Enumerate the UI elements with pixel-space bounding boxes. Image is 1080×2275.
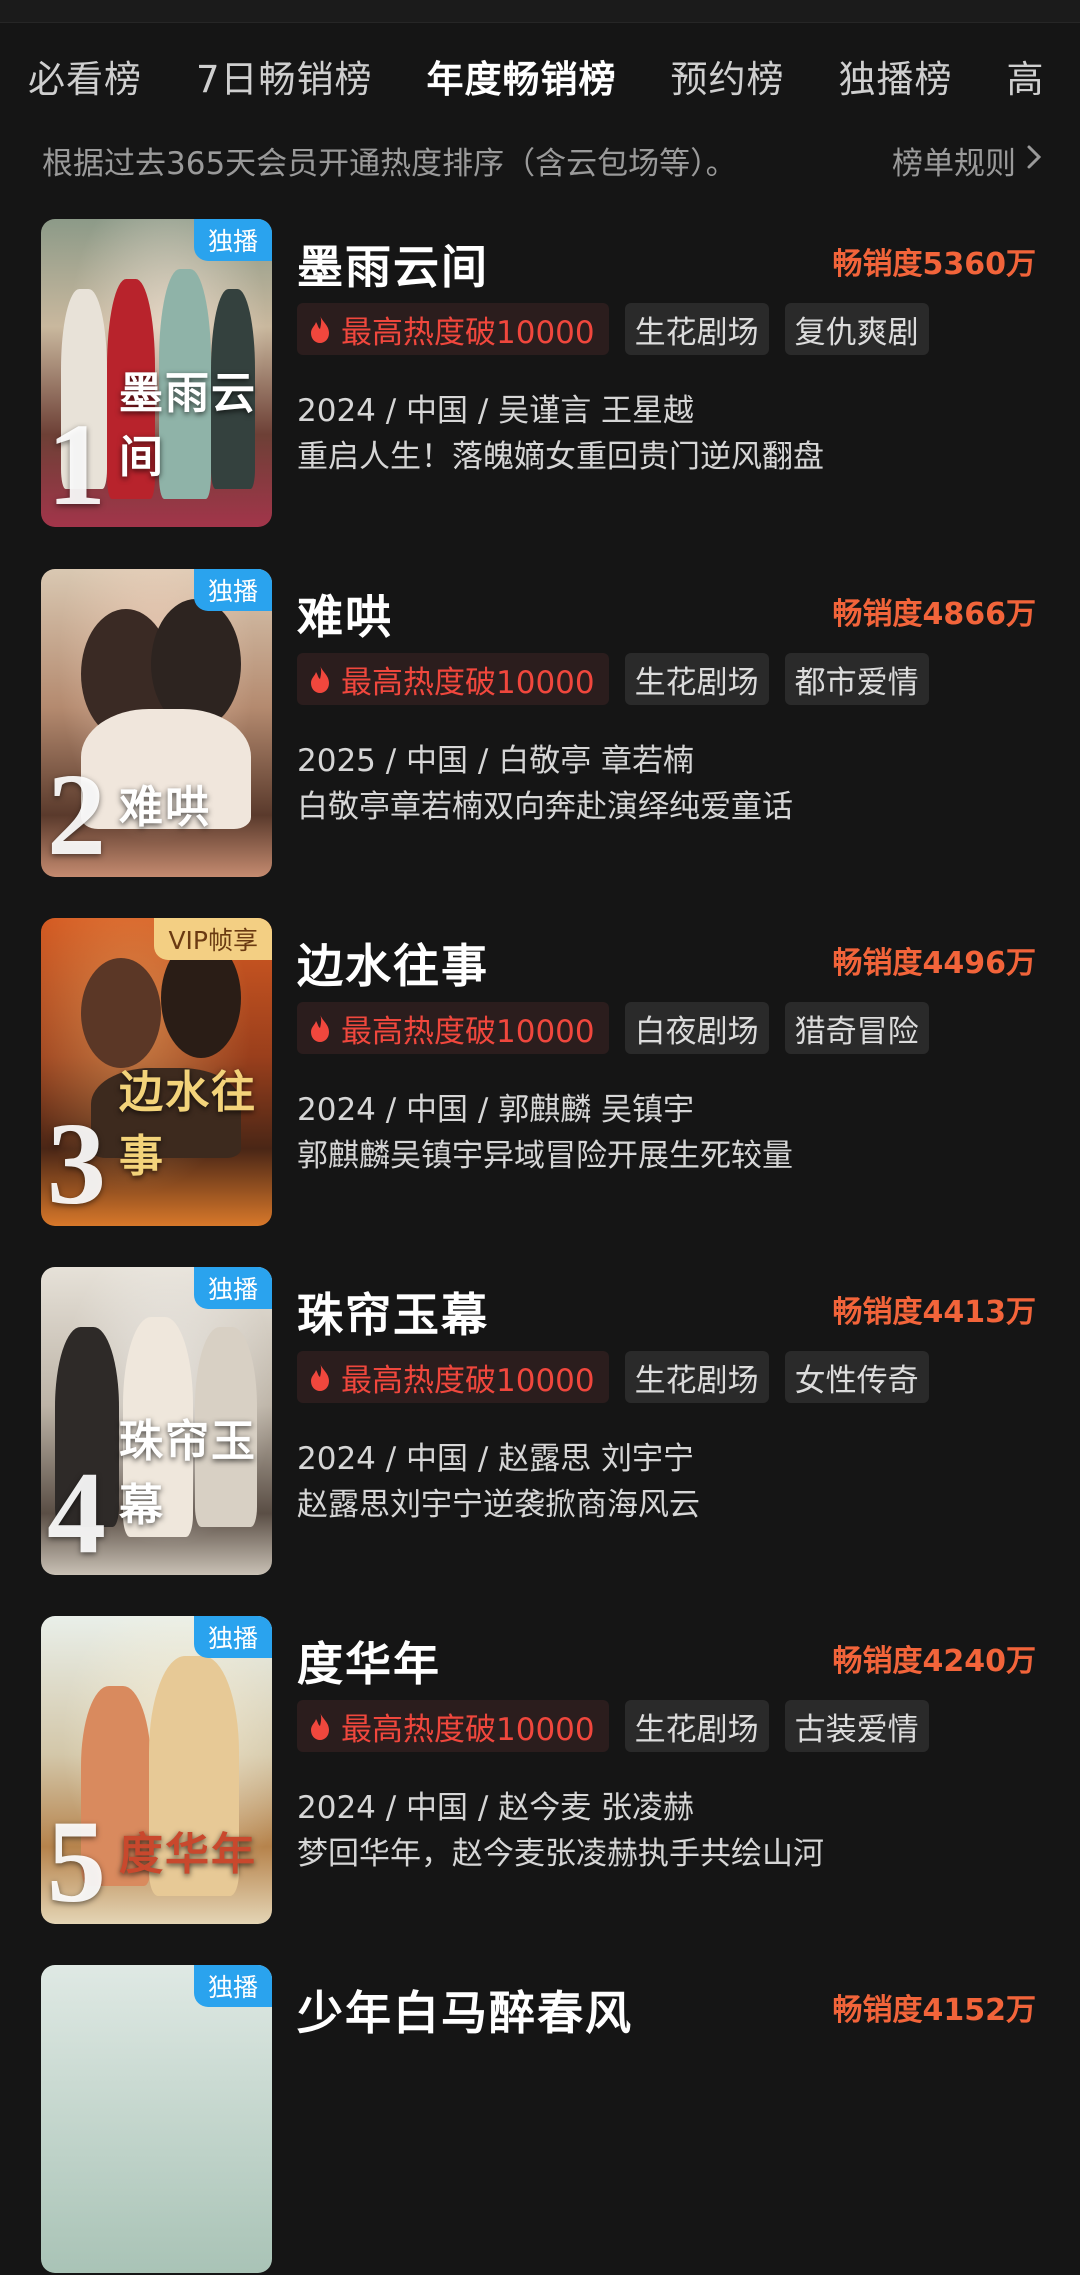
poster-logo: 墨雨云间	[119, 368, 257, 483]
status-bar-strip	[0, 0, 1080, 23]
tab-annual-bestseller[interactable]: 年度畅销榜	[427, 40, 617, 120]
poster[interactable]: 独播	[41, 1965, 272, 2273]
chevron-right-icon	[1026, 143, 1042, 178]
genre-tag[interactable]: 复仇爽剧	[784, 303, 929, 355]
sales-index: 畅销度4496万	[832, 946, 1037, 981]
chart-description-row: 根据过去365天会员开通热度排序（含云包场等）。 榜单规则	[42, 132, 1042, 188]
drama-title[interactable]: 珠帘玉幕	[297, 1279, 489, 1345]
poster-logo: 珠帘玉幕	[119, 1416, 257, 1531]
list-item[interactable]: VIP帧享 边水往事 3 边水往事 畅销度4496万 最高热度破10000 白夜…	[0, 918, 1080, 1228]
exclusive-badge: 独播	[193, 1616, 272, 1658]
hot-tag: 最高热度破10000	[297, 1700, 609, 1752]
hot-tag: 最高热度破10000	[297, 303, 609, 355]
flame-icon	[311, 1014, 329, 1042]
tab-must-watch[interactable]: 必看榜	[28, 40, 142, 120]
list-item[interactable]: 独播 少年白马醉春风 畅销度4152万	[0, 1965, 1080, 2275]
genre-tag[interactable]: 古装爱情	[784, 1700, 929, 1752]
genre-tag[interactable]: 生花剧场	[624, 1700, 769, 1752]
drama-title[interactable]: 墨雨云间	[297, 231, 489, 297]
drama-description: 白敬亭章若楠双向奔赴演绎纯爱童话	[297, 789, 793, 825]
tag-row: 最高热度破10000 白夜剧场 猎奇冒险	[297, 1002, 929, 1054]
hot-tag-label: 最高热度破10000	[341, 1362, 595, 1399]
exclusive-badge: 独播	[193, 1965, 272, 2007]
tab-more[interactable]: 高	[1007, 40, 1045, 120]
flame-icon	[311, 315, 329, 343]
poster[interactable]: 独播 墨雨云间 1	[41, 219, 272, 527]
drama-description: 梦回华年，赵今麦张凌赫执手共绘山河	[297, 1836, 824, 1872]
tab-exclusive[interactable]: 独播榜	[839, 40, 953, 120]
hot-tag-label: 最高热度破10000	[341, 314, 595, 351]
poster-logo: 边水往事	[119, 1067, 257, 1182]
poster-logo: 度华年	[119, 1829, 257, 1880]
tag-row: 最高热度破10000 生花剧场 古装爱情	[297, 1700, 929, 1752]
hot-tag: 最高热度破10000	[297, 653, 609, 705]
rank-number: 5	[47, 1796, 106, 1924]
drama-title[interactable]: 少年白马醉春风	[297, 1977, 633, 2043]
hot-tag: 最高热度破10000	[297, 1002, 609, 1054]
drama-meta: 2025 / 中国 / 白敬亭 章若楠	[297, 743, 695, 779]
hot-tag: 最高热度破10000	[297, 1351, 609, 1403]
flame-icon	[311, 665, 329, 693]
poster[interactable]: 独播 度华年 5	[41, 1616, 272, 1924]
drama-description: 郭麒麟吴镇宇异域冒险开展生死较量	[297, 1138, 793, 1174]
chart-rules-label: 榜单规则	[892, 145, 1016, 182]
flame-icon	[311, 1363, 329, 1391]
genre-tag[interactable]: 猎奇冒险	[784, 1002, 929, 1054]
drama-meta: 2024 / 中国 / 吴谨言 王星越	[297, 393, 695, 429]
exclusive-badge: 独播	[193, 569, 272, 611]
drama-title[interactable]: 度华年	[297, 1628, 441, 1694]
sales-index: 畅销度4866万	[832, 597, 1037, 632]
exclusive-badge: 独播	[193, 219, 272, 261]
drama-title[interactable]: 难哄	[297, 581, 393, 647]
drama-description: 赵露思刘宇宁逆袭掀商海风云	[297, 1487, 700, 1523]
chart-tabs: 必看榜 7日畅销榜 年度畅销榜 预约榜 独播榜 高	[0, 40, 1080, 120]
drama-meta: 2024 / 中国 / 郭麒麟 吴镇宇	[297, 1092, 695, 1128]
sales-index: 畅销度4413万	[832, 1295, 1037, 1330]
exclusive-badge: 独播	[193, 1267, 272, 1309]
sales-index: 畅销度4152万	[832, 1993, 1037, 2028]
tag-row: 最高热度破10000 生花剧场 女性传奇	[297, 1351, 929, 1403]
drama-meta: 2024 / 中国 / 赵露思 刘宇宁	[297, 1441, 695, 1477]
list-item[interactable]: 独播 度华年 5 度华年 畅销度4240万 最高热度破10000 生花剧场 古装…	[0, 1616, 1080, 1926]
genre-tag[interactable]: 生花剧场	[624, 1351, 769, 1403]
tab-reservation[interactable]: 预约榜	[671, 40, 785, 120]
drama-title[interactable]: 边水往事	[297, 930, 489, 996]
sales-index: 畅销度5360万	[832, 247, 1037, 282]
rank-number: 2	[47, 749, 106, 877]
genre-tag[interactable]: 生花剧场	[624, 653, 769, 705]
chart-rules-link[interactable]: 榜单规则	[892, 138, 1042, 183]
hot-tag-label: 最高热度破10000	[341, 1711, 595, 1748]
drama-description: 重启人生！落魄嫡女重回贵门逆风翻盘	[297, 439, 824, 475]
genre-tag[interactable]: 都市爱情	[784, 653, 929, 705]
list-item[interactable]: 独播 墨雨云间 1 墨雨云间 畅销度5360万 最高热度破10000 生花剧场 …	[0, 219, 1080, 529]
rank-number: 1	[47, 399, 106, 527]
tab-7day-bestseller[interactable]: 7日畅销榜	[196, 40, 373, 120]
hot-tag-label: 最高热度破10000	[341, 1013, 595, 1050]
rank-number: 4	[47, 1447, 106, 1575]
genre-tag[interactable]: 女性传奇	[784, 1351, 929, 1403]
poster-logo: 难哄	[119, 782, 211, 833]
chart-description: 根据过去365天会员开通热度排序（含云包场等）。	[42, 145, 737, 182]
genre-tag[interactable]: 白夜剧场	[624, 1002, 769, 1054]
hot-tag-label: 最高热度破10000	[341, 664, 595, 701]
flame-icon	[311, 1712, 329, 1740]
poster[interactable]: 独播 珠帘玉幕 4	[41, 1267, 272, 1575]
poster[interactable]: VIP帧享 边水往事 3	[41, 918, 272, 1226]
list-item[interactable]: 独播 珠帘玉幕 4 珠帘玉幕 畅销度4413万 最高热度破10000 生花剧场 …	[0, 1267, 1080, 1577]
sales-index: 畅销度4240万	[832, 1644, 1037, 1679]
list-item[interactable]: 独播 难哄 2 难哄 畅销度4866万 最高热度破10000 生花剧场 都市爱情…	[0, 569, 1080, 879]
drama-meta: 2024 / 中国 / 赵今麦 张凌赫	[297, 1790, 695, 1826]
poster[interactable]: 独播 难哄 2	[41, 569, 272, 877]
tag-row: 最高热度破10000 生花剧场 复仇爽剧	[297, 303, 929, 355]
rank-number: 3	[47, 1098, 106, 1226]
tag-row: 最高热度破10000 生花剧场 都市爱情	[297, 653, 929, 705]
poster-image	[41, 1965, 272, 2273]
genre-tag[interactable]: 生花剧场	[624, 303, 769, 355]
vip-badge: VIP帧享	[154, 918, 272, 960]
